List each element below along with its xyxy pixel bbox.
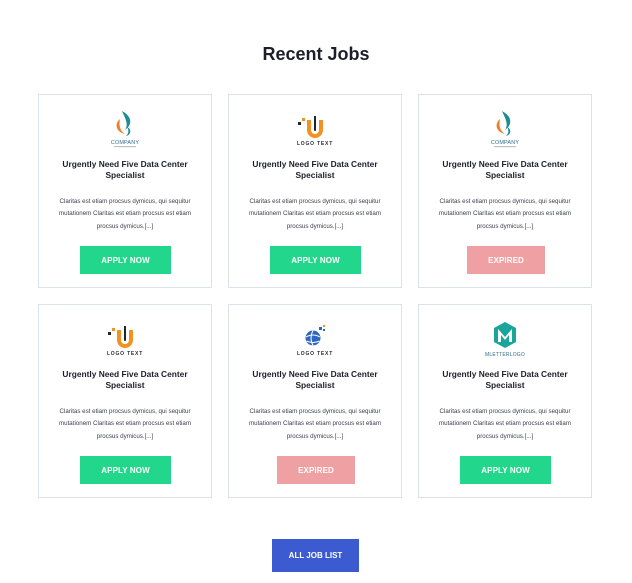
svg-text:LOGO TEXT: LOGO TEXT <box>107 351 143 357</box>
apply-now-button[interactable]: APPLY NOW <box>460 456 551 484</box>
u-logo: LOGO TEXT <box>39 319 211 361</box>
job-description: Claritas est etiam procsus dymicus, qui … <box>438 198 572 230</box>
job-title: Urgently Need Five Data Center Specialis… <box>442 159 568 180</box>
job-description: Claritas est etiam procsus dymicus, qui … <box>438 408 572 440</box>
company-logo: COMPANY <box>419 109 591 151</box>
job-card: LOGO TEXT Urgently Need Five Data Center… <box>38 304 212 498</box>
job-title: Urgently Need Five Data Center Specialis… <box>62 159 188 180</box>
job-description: Claritas est etiam procsus dymicus, qui … <box>58 198 192 230</box>
expired-button[interactable]: EXPIRED <box>467 246 545 274</box>
svg-text:COMPANY: COMPANY <box>111 140 139 146</box>
apply-now-button[interactable]: APPLY NOW <box>80 246 171 274</box>
svg-text:LOGO TEXT: LOGO TEXT <box>297 141 333 147</box>
apply-now-button[interactable]: APPLY NOW <box>270 246 361 274</box>
job-title: Urgently Need Five Data Center Specialis… <box>442 369 568 390</box>
job-title: Urgently Need Five Data Center Specialis… <box>252 369 378 390</box>
job-card: MLETTERLOGO Urgently Need Five Data Cent… <box>418 304 592 498</box>
section-title: Recent Jobs <box>262 44 370 64</box>
job-title: Urgently Need Five Data Center Specialis… <box>252 159 378 180</box>
job-card: LOGO TEXT Urgently Need Five Data Center… <box>228 94 402 288</box>
all-job-list-button[interactable]: ALL JOB LIST <box>272 539 359 572</box>
job-title: Urgently Need Five Data Center Specialis… <box>62 369 188 390</box>
job-description: Claritas est etiam procsus dymicus, qui … <box>248 198 382 230</box>
job-card: COMPANY Urgently Need Five Data Center S… <box>38 94 212 288</box>
apply-now-button[interactable]: APPLY NOW <box>80 456 171 484</box>
m-letter-logo: MLETTERLOGO <box>419 319 591 361</box>
job-card: COMPANY Urgently Need Five Data Center S… <box>418 94 592 288</box>
job-description: Claritas est etiam procsus dymicus, qui … <box>248 408 382 440</box>
job-description: Claritas est etiam procsus dymicus, qui … <box>58 408 192 440</box>
svg-text:LOGO TEXT: LOGO TEXT <box>297 351 333 357</box>
u-logo: LOGO TEXT <box>229 109 401 151</box>
svg-text:MLETTERLOGO: MLETTERLOGO <box>485 352 525 358</box>
company-logo: COMPANY <box>39 109 211 151</box>
expired-button[interactable]: EXPIRED <box>277 456 355 484</box>
svg-text:COMPANY: COMPANY <box>491 140 519 146</box>
job-card: LOGO TEXT Urgently Need Five Data Center… <box>228 304 402 498</box>
globe-logo: LOGO TEXT <box>229 319 401 361</box>
